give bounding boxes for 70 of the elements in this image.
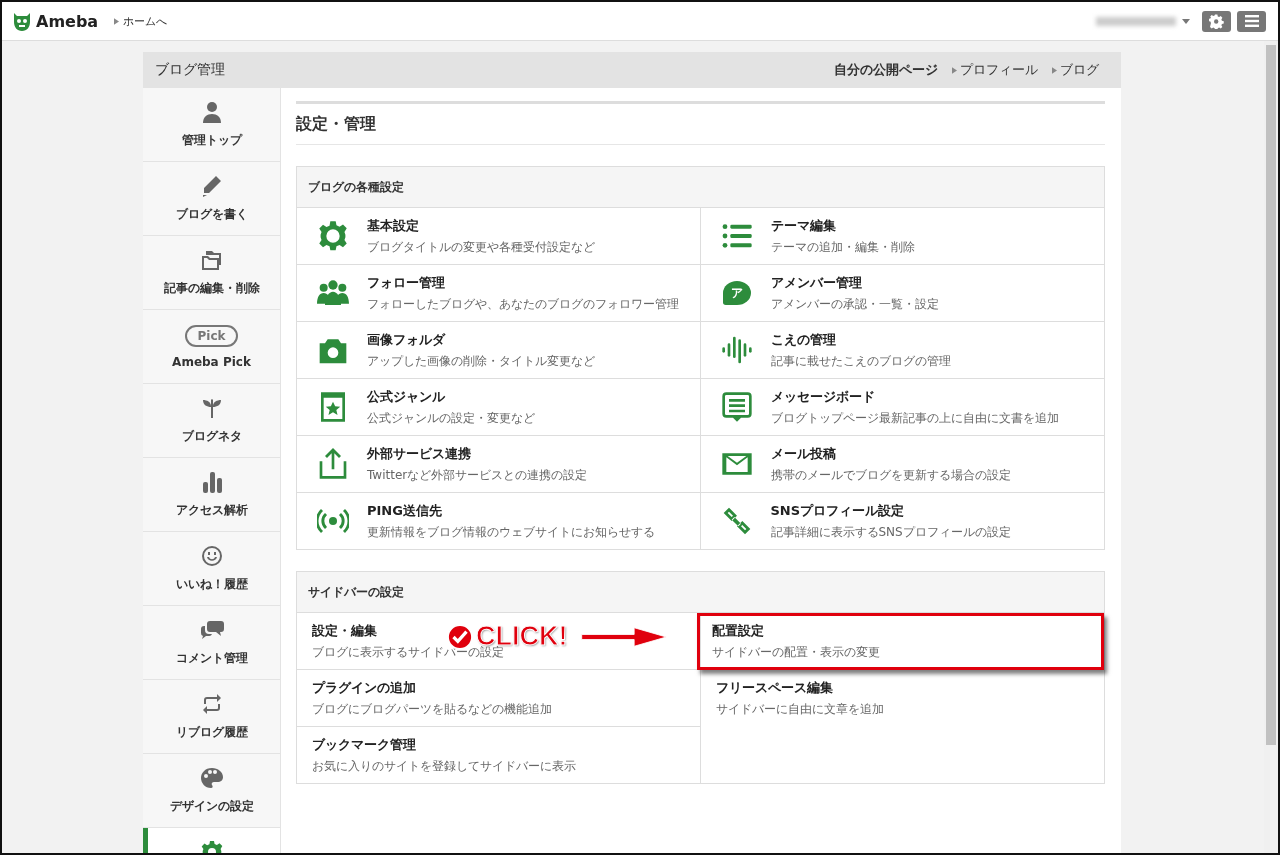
- section-title: サイドバーの設定: [308, 583, 404, 601]
- item-title: 画像フォルダ: [367, 330, 445, 349]
- settings-item[interactable]: 画像フォルダ アップした画像の削除・タイトル変更など: [297, 322, 701, 379]
- item-description: アメンバーの承認・一覧・設定: [770, 295, 939, 313]
- item-description: Twitterなど外部サービスとの連携の設定: [367, 466, 588, 484]
- settings-item[interactable]: こえの管理 記事に載せたこえのブログの管理: [700, 322, 1104, 379]
- settings-item[interactable]: PING送信先 更新情報をブログ情報のウェブサイトにお知らせする: [297, 493, 701, 549]
- item-title: ブックマーク管理: [312, 735, 416, 754]
- item-description: アップした画像の削除・タイトル変更など: [367, 352, 595, 370]
- item-description: 記事詳細に表示するSNSプロフィールの設定: [770, 523, 1011, 541]
- settings-item[interactable]: 配置設定 サイドバーの配置・表示の変更: [696, 613, 1104, 670]
- item-title: SNSプロフィール設定: [770, 501, 905, 520]
- item-title: 設定・編集: [312, 621, 377, 640]
- item-description: サイドバーに自由に文章を追加: [715, 700, 884, 718]
- item-title: テーマ編集: [770, 216, 836, 235]
- item-description: 更新情報をブログ情報のウェブサイトにお知らせする: [367, 523, 655, 541]
- sidebar-item[interactable]: コメント管理: [143, 606, 280, 680]
- settings-item[interactable]: プラグインの追加 ブログにブログパーツを貼るなどの機能追加: [297, 670, 701, 727]
- item-title: 基本設定: [367, 216, 419, 235]
- item-description: ブログタイトルの変更や各種受付設定など: [367, 238, 595, 256]
- pick-badge: Pick: [185, 324, 238, 347]
- sidebar-item[interactable]: アクセス解析: [143, 458, 280, 532]
- settings-item[interactable]: メール投稿 携帯のメールでブログを更新する場合の設定: [700, 436, 1104, 493]
- header-link[interactable]: プロフィール: [952, 61, 1038, 79]
- header-link[interactable]: ブログ: [1052, 61, 1099, 79]
- item-title: PING送信先: [367, 501, 442, 520]
- sidebar-item[interactable]: ブログを書く: [143, 162, 280, 236]
- sidebar-item[interactable]: 記事の編集・削除: [143, 236, 280, 310]
- item-description: フォローしたブログや、あなたのブログのフォロワー管理: [367, 295, 679, 313]
- settings-item[interactable]: フリースペース編集 サイドバーに自由に文章を追加: [700, 670, 1104, 726]
- sidebar-item[interactable]: ブログネタ: [143, 384, 280, 458]
- item-title: フォロー管理: [367, 273, 445, 292]
- item-description: 記事に載せたこえのブログの管理: [770, 352, 951, 370]
- settings-item[interactable]: フォロー管理 フォローしたブログや、あなたのブログのフォロワー管理: [297, 265, 701, 322]
- item-description: お気に入りのサイトを登録してサイドバーに表示: [312, 757, 576, 775]
- settings-item[interactable]: ア アメンバー管理 アメンバーの承認・一覧・設定: [700, 265, 1104, 322]
- item-description: テーマの追加・編集・削除: [770, 238, 915, 256]
- item-description: ブログトップページ最新記事の上に自由に文書を追加: [770, 409, 1059, 427]
- site-logo[interactable]: Ameba: [36, 11, 99, 31]
- item-title: フリースペース編集: [715, 678, 833, 697]
- item-description: サイドバーの配置・表示の変更: [711, 643, 880, 661]
- item-title: メッセージボード: [770, 387, 875, 406]
- section-title: ブログの各種設定: [308, 178, 404, 196]
- settings-item[interactable]: 公式ジャンル 公式ジャンルの設定・変更など: [297, 379, 701, 436]
- home-link[interactable]: ホームへ: [123, 13, 168, 29]
- item-description: 携帯のメールでブログを更新する場合の設定: [770, 466, 1011, 484]
- item-title: プラグインの追加: [312, 678, 416, 697]
- item-description: ブログにブログパーツを貼るなどの機能追加: [312, 700, 552, 718]
- item-title: 公式ジャンル: [367, 387, 445, 406]
- item-title: 外部サービス連携: [367, 444, 471, 463]
- page-title: 設定・管理: [296, 101, 1105, 145]
- item-description: ブログに表示するサイドバーの設定: [312, 644, 504, 661]
- settings-item[interactable]: ブックマーク管理 お気に入りのサイトを登録してサイドバーに表示: [297, 727, 701, 783]
- sidebar-item[interactable]: Pick Ameba Pick: [143, 310, 280, 384]
- item-title: メール投稿: [770, 444, 836, 463]
- settings-item[interactable]: 外部サービス連携 Twitterなど外部サービスとの連携の設定: [297, 436, 701, 493]
- panel-title: ブログ管理: [155, 61, 225, 79]
- sidebar-item[interactable]: リブログ履歴: [143, 680, 280, 754]
- settings-item[interactable]: 基本設定 ブログタイトルの変更や各種受付設定など: [297, 208, 701, 265]
- settings-item[interactable]: メッセージボード ブログトップページ最新記事の上に自由に文書を追加: [700, 379, 1104, 436]
- item-title: 配置設定: [711, 621, 764, 640]
- settings-item[interactable]: SNSプロフィール設定 記事詳細に表示するSNSプロフィールの設定: [700, 493, 1104, 549]
- speech-bubble-icon: ア: [722, 281, 751, 305]
- header-link[interactable]: 自分の公開ページ: [834, 61, 938, 79]
- settings-item[interactable]: テーマ編集 テーマの追加・編集・削除: [700, 208, 1104, 265]
- sidebar-item[interactable]: いいね！履歴: [143, 532, 280, 606]
- item-title: こえの管理: [770, 330, 836, 349]
- item-title: アメンバー管理: [770, 273, 862, 292]
- sidebar-item[interactable]: 管理トップ: [143, 88, 280, 162]
- item-description: 公式ジャンルの設定・変更など: [367, 409, 535, 427]
